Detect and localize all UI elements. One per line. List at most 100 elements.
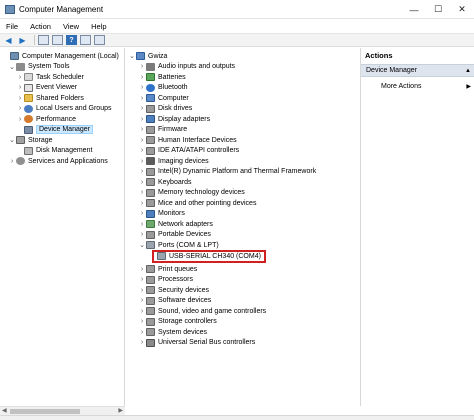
device-category[interactable]: › Security devices xyxy=(138,285,209,296)
device-category-label: Firmware xyxy=(158,126,188,134)
show-console-icon[interactable] xyxy=(94,35,105,45)
device-category[interactable]: › Computer xyxy=(138,93,189,104)
chevron-right-icon[interactable]: › xyxy=(138,168,146,175)
device-category[interactable]: › Processors xyxy=(138,275,193,286)
menu-file[interactable]: File xyxy=(0,22,24,31)
tree-item-performance[interactable]: › Performance xyxy=(16,114,76,125)
computer-icon xyxy=(136,52,145,61)
chevron-right-icon[interactable]: › xyxy=(138,189,146,196)
chevron-right-icon[interactable]: › xyxy=(138,137,146,144)
device-category[interactable]: › Bluetooth xyxy=(138,83,188,94)
menu-view[interactable]: View xyxy=(57,22,85,31)
device-category[interactable]: › Audio inputs and outputs xyxy=(138,62,235,73)
more-actions-item[interactable]: More Actions ▶ xyxy=(361,80,474,92)
chevron-down-icon[interactable]: ⌄ xyxy=(8,136,16,144)
device-category[interactable]: › Human Interface Devices xyxy=(138,135,237,146)
chevron-right-icon[interactable]: › xyxy=(138,200,146,207)
device-category[interactable]: › Mice and other pointing devices xyxy=(138,198,256,209)
device-category[interactable]: › Disk drives xyxy=(138,104,192,115)
tree-item-services-applications[interactable]: › Services and Applications xyxy=(8,156,108,167)
device-category[interactable]: › Universal Serial Bus controllers xyxy=(138,338,255,349)
chevron-right-icon[interactable]: › xyxy=(8,158,16,165)
chevron-right-icon[interactable]: › xyxy=(16,74,24,81)
collapse-up-icon[interactable]: ▲ xyxy=(465,68,471,74)
device-category[interactable]: › Software devices xyxy=(138,296,211,307)
device-root-gwiza[interactable]: ⌄ Gwiza xyxy=(128,51,167,62)
chevron-right-icon[interactable]: › xyxy=(138,158,146,165)
up-folder-icon[interactable] xyxy=(38,35,49,45)
tree-item-local-users[interactable]: › Local Users and Groups xyxy=(16,104,111,115)
chevron-right-icon[interactable]: › xyxy=(138,63,146,70)
device-category[interactable]: › IDE ATA/ATAPI controllers xyxy=(138,146,239,157)
chevron-down-icon[interactable]: ⌄ xyxy=(128,52,136,60)
chevron-right-icon[interactable]: › xyxy=(138,318,146,325)
menu-help[interactable]: Help xyxy=(85,22,112,31)
tree-item-task-scheduler[interactable]: › Task Scheduler xyxy=(16,72,84,83)
tree-item-disk-management[interactable]: Disk Management xyxy=(16,146,92,157)
chevron-right-icon[interactable]: › xyxy=(138,126,146,133)
device-category[interactable]: › Network adapters xyxy=(138,219,213,230)
actions-device-manager[interactable]: Device Manager ▲ xyxy=(361,64,474,77)
device-category[interactable]: › Keyboards xyxy=(138,177,191,188)
device-category[interactable]: › Intel(R) Dynamic Platform and Thermal F… xyxy=(138,167,316,178)
device-category[interactable]: › Portable Devices xyxy=(138,230,211,241)
horizontal-scrollbar[interactable]: ◀ ▶ xyxy=(0,406,125,415)
device-category-label: IDE ATA/ATAPI controllers xyxy=(158,147,240,155)
chevron-right-icon[interactable]: › xyxy=(138,95,146,102)
show-hide-tree-icon[interactable] xyxy=(52,35,63,45)
tree-item-device-manager[interactable]: Device Manager xyxy=(16,125,93,136)
chevron-right-icon[interactable]: › xyxy=(16,105,24,112)
chevron-right-icon[interactable]: › xyxy=(138,210,146,217)
chevron-down-icon[interactable]: ⌄ xyxy=(8,63,16,71)
chevron-right-icon[interactable]: › xyxy=(138,266,146,273)
chevron-right-icon[interactable]: › xyxy=(138,308,146,315)
forward-arrow-icon[interactable]: ▶ xyxy=(17,35,28,45)
device-category[interactable]: › Print queues xyxy=(138,264,197,275)
tree-item-label: Shared Folders xyxy=(36,94,84,102)
hid-icon xyxy=(146,136,155,145)
chevron-down-icon[interactable]: ⌄ xyxy=(138,241,146,249)
close-button[interactable]: ✕ xyxy=(450,0,474,19)
minimize-button[interactable]: — xyxy=(402,0,426,19)
tree-item-computer-management[interactable]: Computer Management (Local) xyxy=(2,51,119,62)
chevron-right-icon[interactable]: › xyxy=(138,105,146,112)
help-icon[interactable]: ? xyxy=(66,35,77,45)
chevron-right-icon[interactable]: › xyxy=(16,84,24,91)
scroll-left-icon[interactable]: ◀ xyxy=(2,407,7,414)
device-category[interactable]: › Firmware xyxy=(138,125,187,136)
device-usb-serial-ch340[interactable]: USB-SERIAL CH340 (COM4) xyxy=(152,249,266,263)
device-category[interactable]: › Batteries xyxy=(138,72,186,83)
device-category[interactable]: › Monitors xyxy=(138,209,185,220)
chevron-right-icon[interactable]: › xyxy=(138,276,146,283)
back-arrow-icon[interactable]: ◀ xyxy=(3,35,14,45)
chevron-right-icon[interactable]: › xyxy=(138,116,146,123)
chevron-right-icon[interactable]: › xyxy=(138,231,146,238)
chevron-right-icon[interactable]: › xyxy=(138,147,146,154)
properties-icon[interactable] xyxy=(80,35,91,45)
device-category[interactable]: › Sound, video and game controllers xyxy=(138,306,266,317)
chevron-right-icon[interactable]: › xyxy=(138,74,146,81)
chevron-right-icon[interactable]: › xyxy=(138,179,146,186)
chevron-right-icon[interactable]: › xyxy=(138,329,146,336)
chevron-right-icon[interactable]: › xyxy=(138,297,146,304)
scroll-right-icon[interactable]: ▶ xyxy=(118,407,123,414)
device-category-label: Monitors xyxy=(158,210,185,218)
scrollbar-thumb[interactable] xyxy=(10,409,80,414)
device-category[interactable]: › Storage controllers xyxy=(138,317,217,328)
tree-item-shared-folders[interactable]: › Shared Folders xyxy=(16,93,84,104)
chevron-right-icon[interactable]: › xyxy=(138,221,146,228)
tree-item-system-tools[interactable]: ⌄ System Tools xyxy=(8,62,70,73)
device-category[interactable]: › Display adapters xyxy=(138,114,210,125)
chevron-right-icon[interactable]: › xyxy=(138,287,146,294)
device-category[interactable]: › System devices xyxy=(138,327,207,338)
device-category[interactable]: › Imaging devices xyxy=(138,156,209,167)
maximize-button[interactable]: ☐ xyxy=(426,0,450,19)
device-category[interactable]: › Memory technology devices xyxy=(138,188,245,199)
chevron-right-icon[interactable]: › xyxy=(16,116,24,123)
tree-item-event-viewer[interactable]: › Event Viewer xyxy=(16,83,77,94)
chevron-right-icon[interactable]: › xyxy=(16,95,24,102)
tree-item-storage[interactable]: ⌄ Storage xyxy=(8,135,53,146)
chevron-right-icon[interactable]: › xyxy=(138,84,146,91)
menu-action[interactable]: Action xyxy=(24,22,57,31)
chevron-right-icon[interactable]: › xyxy=(138,339,146,346)
